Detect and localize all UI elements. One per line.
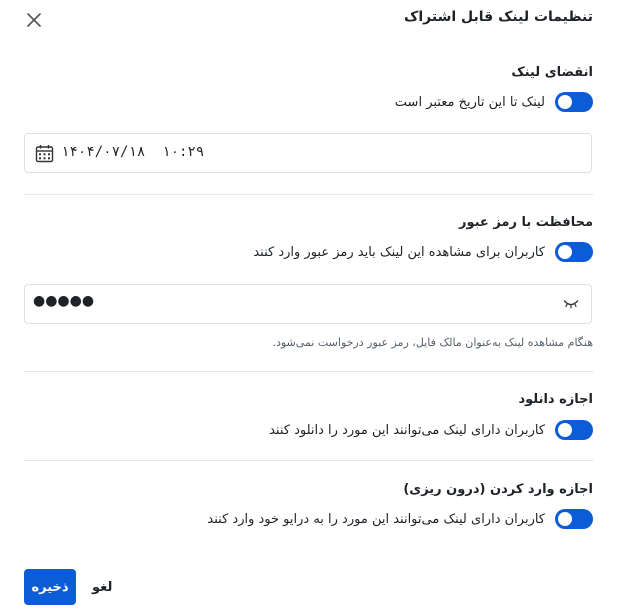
download-toggle-label: کاربران دارای لینک می‌توانند این مورد را… [269,422,545,438]
expiry-section-title: انقضای لینک [511,65,593,80]
expiry-toggle-label: لینک تا این تاریخ معتبر است [394,94,545,110]
import-toggle-label: کاربران دارای لینک می‌توانند این مورد را… [207,511,545,527]
download-toggle[interactable] [555,420,593,440]
download-toggle-row: کاربران دارای لینک می‌توانند این مورد را… [269,420,593,440]
divider [24,371,594,372]
expiry-datetime-field[interactable]: ۱۴۰۴/۰۷/۱۸ ۱۰:۲۹ [24,133,592,173]
dialog-title: تنظیمات لینک قابل اشتراک [404,9,593,25]
expiry-toggle[interactable] [555,92,593,112]
calendar-icon[interactable] [35,144,54,163]
expiry-toggle-row: لینک تا این تاریخ معتبر است [395,92,593,112]
password-toggle-label: کاربران برای مشاهده این لینک باید رمز عب… [253,244,545,260]
password-hint: هنگام مشاهده لینک به‌عنوان مالک فایل، رم… [272,336,593,349]
toggle-knob [558,245,572,259]
toggle-knob [558,423,572,437]
close-icon [27,13,41,27]
eye-closed-icon[interactable] [563,297,579,311]
password-section-title: محافظت با رمز عبور [458,215,593,230]
download-section-title: اجازه دانلود [518,392,593,407]
save-button[interactable]: ذخیره [24,569,76,605]
import-toggle[interactable] [555,509,593,529]
import-toggle-row: کاربران دارای لینک می‌توانند این مورد را… [207,509,593,529]
password-toggle-row: کاربران برای مشاهده این لینک باید رمز عب… [253,242,593,262]
toggle-knob [558,95,572,109]
divider [24,460,594,461]
close-button[interactable] [22,8,46,32]
divider [24,194,594,195]
share-link-settings-dialog: تنظیمات لینک قابل اشتراک انقضای لینک لین… [0,0,617,616]
toggle-knob [558,512,572,526]
expiry-datetime-value: ۱۴۰۴/۰۷/۱۸ ۱۰:۲۹ [61,144,205,160]
password-toggle[interactable] [555,242,593,262]
password-masked-value: ●●●●● [33,293,95,309]
password-field[interactable]: ●●●●● [24,284,592,324]
cancel-button[interactable]: لغو [92,569,112,605]
import-section-title: اجازه وارد کردن (درون ریزی) [403,482,593,497]
